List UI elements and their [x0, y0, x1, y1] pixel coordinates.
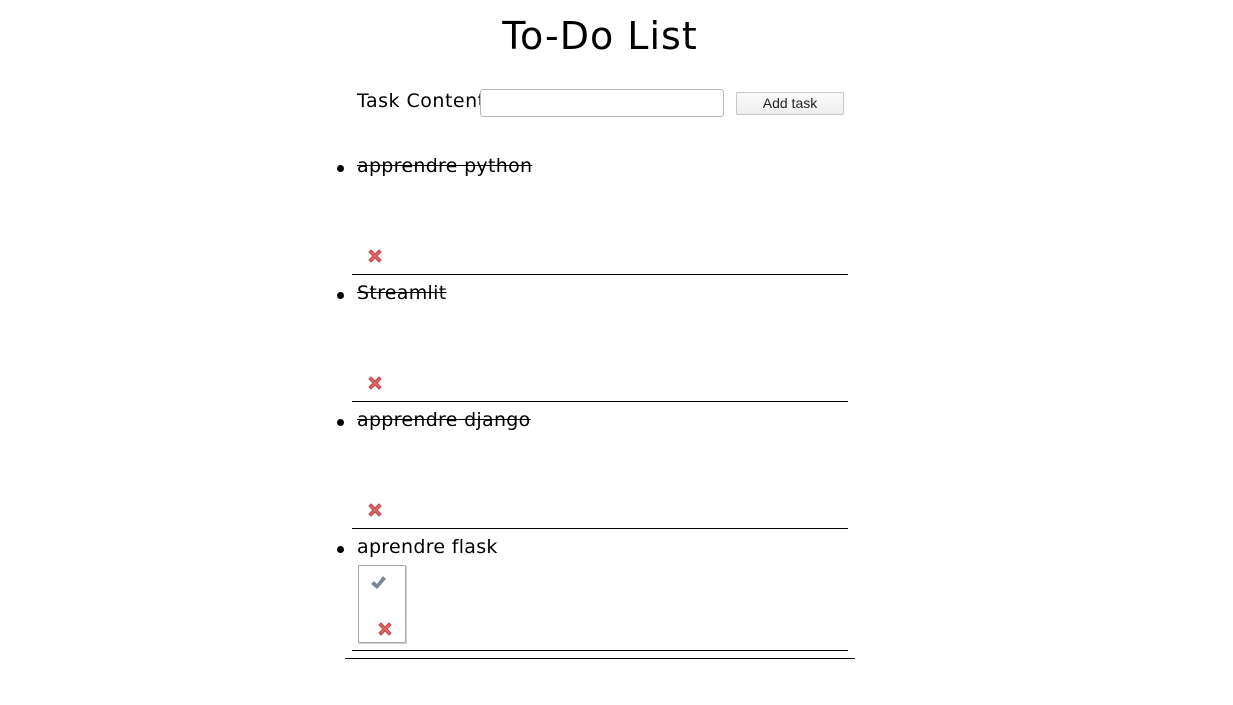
delete-cross-icon[interactable]: [366, 374, 384, 392]
delete-cross-icon[interactable]: [366, 247, 384, 265]
task-divider: [352, 401, 848, 402]
list-bullet: [337, 165, 344, 172]
list-bullet: [337, 292, 344, 299]
task-text: apprendre django: [357, 409, 531, 431]
task-divider: [352, 528, 848, 529]
checkmark-icon[interactable]: [369, 574, 387, 592]
task-text: Streamlit: [357, 282, 447, 304]
task-divider: [352, 650, 848, 651]
delete-cross-icon[interactable]: [376, 620, 394, 638]
task-content-input[interactable]: [480, 89, 724, 117]
delete-cross-icon[interactable]: [366, 501, 384, 519]
task-text: aprendre flask: [357, 536, 498, 558]
page-title: To-Do List: [502, 14, 698, 58]
task-text: apprendre python: [357, 155, 533, 177]
task-content-label: Task Content:: [357, 90, 493, 112]
list-bullet: [337, 546, 344, 553]
task-actions-panel: [358, 565, 406, 643]
list-bottom-rule: [345, 658, 855, 659]
list-bullet: [337, 419, 344, 426]
add-task-button[interactable]: Add task: [736, 92, 844, 115]
task-divider: [352, 274, 848, 275]
